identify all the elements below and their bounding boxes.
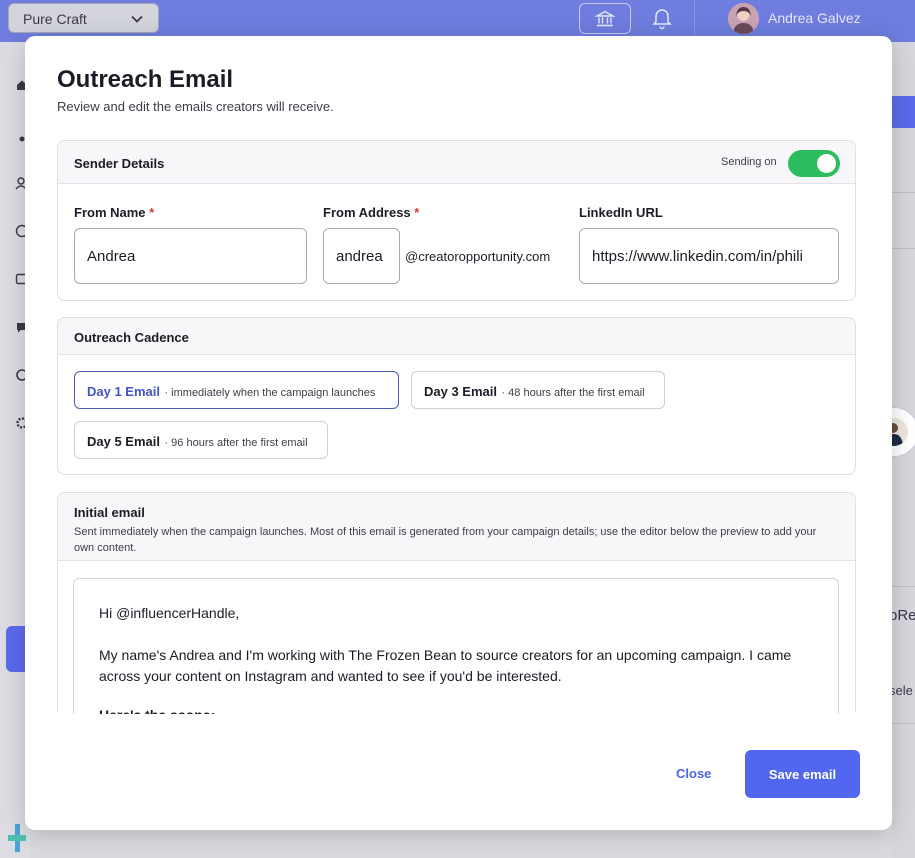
- from-address-label-text: From Address: [323, 205, 411, 220]
- initial-email-description: Sent immediately when the campaign launc…: [74, 526, 817, 554]
- cadence-chip-name: Day 1 Email: [87, 384, 160, 399]
- background-divider: [892, 723, 915, 724]
- from-address-input[interactable]: andrea: [323, 228, 400, 284]
- outreach-email-modal: Outreach Email Review and edit the email…: [25, 36, 892, 830]
- user-avatar-icon: [728, 3, 759, 34]
- user-name[interactable]: Andrea Galvez: [768, 10, 861, 26]
- modal-subtitle: Review and edit the emails creators will…: [57, 99, 334, 114]
- email-greeting: Hi @influencerHandle,: [99, 605, 240, 621]
- background-primary-button[interactable]: [888, 96, 915, 128]
- cadence-chip-desc: · 48 hours after the first email: [501, 387, 645, 399]
- cadence-chip-name: Day 5 Email: [87, 434, 160, 449]
- background-divider: [892, 586, 915, 587]
- cadence-chip-name: Day 3 Email: [424, 384, 497, 399]
- email-preview[interactable]: Hi @influencerHandle, My name's Andrea a…: [73, 578, 839, 714]
- sender-details-title: Sender Details: [74, 156, 165, 171]
- background-divider: [892, 248, 915, 249]
- close-button[interactable]: Close: [676, 766, 711, 781]
- toggle-knob: [817, 154, 836, 173]
- background-text: pRe: [889, 607, 915, 624]
- outreach-cadence-card: Outreach Cadence Day 1 Email · immediate…: [57, 317, 856, 475]
- cadence-chip-desc: · 96 hours after the first email: [164, 437, 308, 449]
- initial-email-header: Initial email Sent immediately when the …: [58, 493, 855, 561]
- cadence-chip-desc: · immediately when the campaign launches: [164, 387, 376, 399]
- bank-icon: [595, 10, 615, 27]
- linkedin-label: LinkedIn URL: [579, 205, 663, 220]
- email-domain: @creatoropportunity.com: [405, 249, 551, 264]
- chevron-down-icon: [131, 15, 143, 23]
- bell-icon[interactable]: [651, 6, 673, 30]
- modal-title: Outreach Email: [57, 66, 234, 93]
- outreach-cadence-title: Outreach Cadence: [74, 330, 189, 345]
- sending-toggle[interactable]: [788, 150, 840, 177]
- from-name-label-text: From Name: [74, 205, 146, 220]
- background-divider: [892, 192, 915, 193]
- from-address-label: From Address *: [323, 205, 419, 220]
- sender-details-header: Sender Details Sending on: [58, 141, 855, 184]
- workspace-select[interactable]: Pure Craft: [8, 3, 159, 33]
- cadence-chip-day-3[interactable]: Day 3 Email · 48 hours after the first e…: [411, 371, 665, 409]
- required-mark: *: [149, 205, 155, 220]
- avatar[interactable]: [728, 3, 759, 34]
- cadence-chip-day-1[interactable]: Day 1 Email · immediately when the campa…: [74, 371, 399, 409]
- sender-details-card: Sender Details Sending on From Name * An…: [57, 140, 856, 301]
- outreach-cadence-header: Outreach Cadence: [58, 318, 855, 355]
- background-text: sele: [889, 683, 913, 698]
- topbar-divider: [694, 0, 695, 36]
- save-email-button[interactable]: Save email: [745, 750, 860, 798]
- bank-button[interactable]: [579, 3, 631, 34]
- required-mark: *: [414, 205, 420, 220]
- initial-email-title: Initial email: [74, 505, 145, 520]
- sending-label: Sending on: [721, 156, 777, 168]
- email-body: My name's Andrea and I'm working with Th…: [99, 647, 792, 684]
- from-name-label: From Name *: [74, 205, 154, 220]
- linkedin-url-input[interactable]: https://www.linkedin.com/in/phili: [579, 228, 839, 284]
- from-name-input[interactable]: Andrea: [74, 228, 307, 284]
- email-scope-heading: Here's the scope:: [99, 705, 813, 714]
- plus-logo-icon: [8, 824, 26, 852]
- workspace-select-label: Pure Craft: [23, 11, 87, 27]
- cadence-chip-day-5[interactable]: Day 5 Email · 96 hours after the first e…: [74, 421, 328, 459]
